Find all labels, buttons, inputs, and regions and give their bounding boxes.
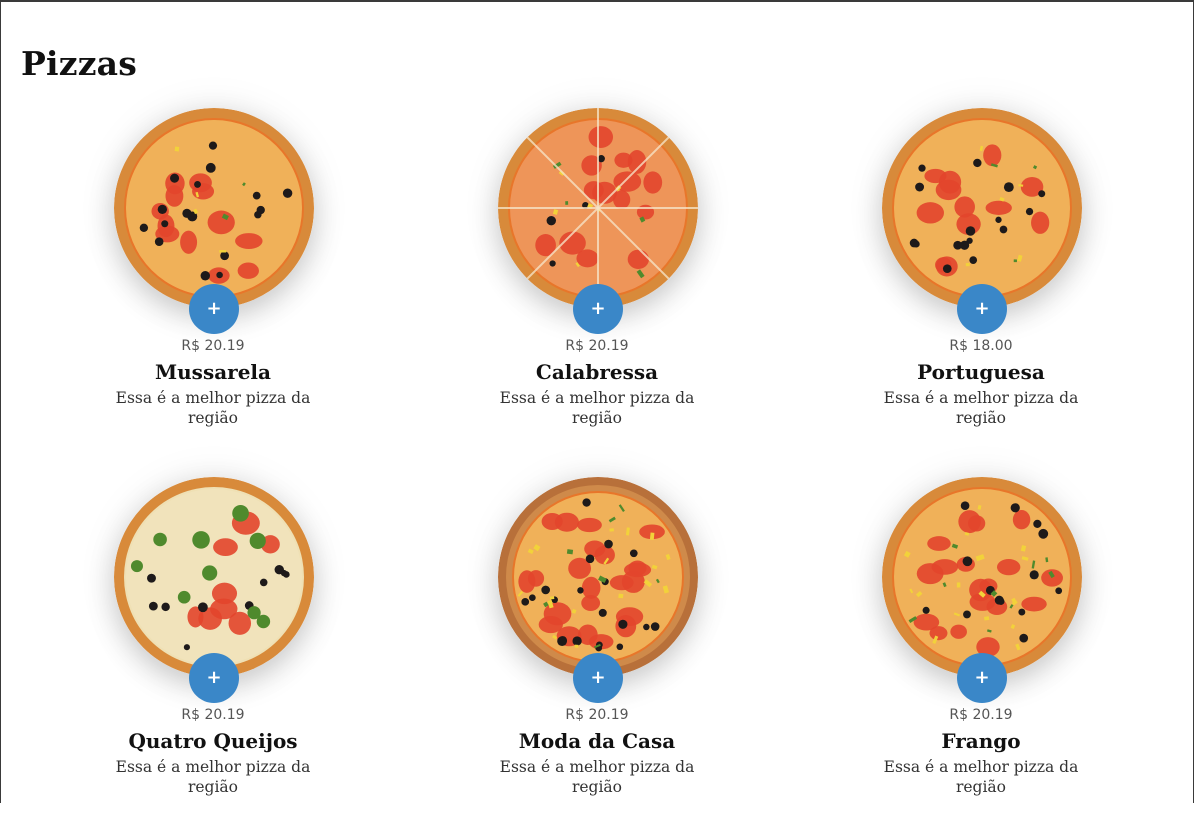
add-to-cart-button[interactable]: + — [957, 653, 1007, 703]
pizza-image — [882, 108, 1082, 308]
add-to-cart-button[interactable]: + — [189, 653, 239, 703]
pizza-image — [114, 477, 314, 677]
pizza-description: Essa é a melhor pizza da região — [115, 389, 311, 427]
pizza-price: R$ 20.19 — [565, 707, 629, 723]
pizza-price: R$ 18.00 — [949, 338, 1013, 354]
pizza-illustration — [114, 108, 314, 308]
pizza-illustration — [882, 477, 1082, 677]
pizza-price: R$ 20.19 — [181, 707, 245, 723]
pizza-name: Frango — [941, 729, 1021, 753]
pizza-description: Essa é a melhor pizza da região — [883, 758, 1079, 796]
add-to-cart-button[interactable]: + — [573, 653, 623, 703]
add-to-cart-button[interactable]: + — [573, 284, 623, 334]
pizza-description: Essa é a melhor pizza da região — [883, 389, 1079, 427]
pizza-description: Essa é a melhor pizza da região — [499, 758, 695, 796]
pizza-card: + R$ 20.19 Frango Essa é a melhor pizza … — [789, 471, 1173, 840]
page-title: Pizzas — [21, 44, 137, 83]
pizza-grid: + R$ 20.19 Mussarela Essa é a melhor piz… — [21, 102, 1175, 840]
pizza-name: Moda da Casa — [518, 729, 676, 753]
pizza-name: Portuguesa — [917, 360, 1045, 384]
pizza-price: R$ 20.19 — [181, 338, 245, 354]
pizza-image — [498, 108, 698, 308]
pizza-illustration — [498, 477, 698, 677]
pizza-description: Essa é a melhor pizza da região — [115, 758, 311, 796]
pizza-name: Quatro Queijos — [128, 729, 298, 753]
pizza-illustration — [498, 108, 698, 308]
pizza-card: + R$ 20.19 Quatro Queijos Essa é a melho… — [21, 471, 405, 840]
pizza-card: + R$ 18.00 Portuguesa Essa é a melhor pi… — [789, 102, 1173, 471]
pizza-card: + R$ 20.19 Moda da Casa Essa é a melhor … — [405, 471, 789, 840]
pizza-price: R$ 20.19 — [565, 338, 629, 354]
pizza-price: R$ 20.19 — [949, 707, 1013, 723]
page-frame: Pizzas + R$ 20.19 Mussarela Essa é a mel… — [0, 0, 1194, 803]
pizza-name: Calabressa — [535, 360, 659, 384]
pizza-card: + R$ 20.19 Calabressa Essa é a melhor pi… — [405, 102, 789, 471]
pizza-image — [498, 477, 698, 677]
pizza-illustration — [882, 108, 1082, 308]
add-to-cart-button[interactable]: + — [189, 284, 239, 334]
pizza-illustration — [114, 477, 314, 677]
pizza-card: + R$ 20.19 Mussarela Essa é a melhor piz… — [21, 102, 405, 471]
pizza-description: Essa é a melhor pizza da região — [499, 389, 695, 427]
pizza-name: Mussarela — [155, 360, 271, 384]
pizza-image — [114, 108, 314, 308]
pizza-image — [882, 477, 1082, 677]
add-to-cart-button[interactable]: + — [957, 284, 1007, 334]
